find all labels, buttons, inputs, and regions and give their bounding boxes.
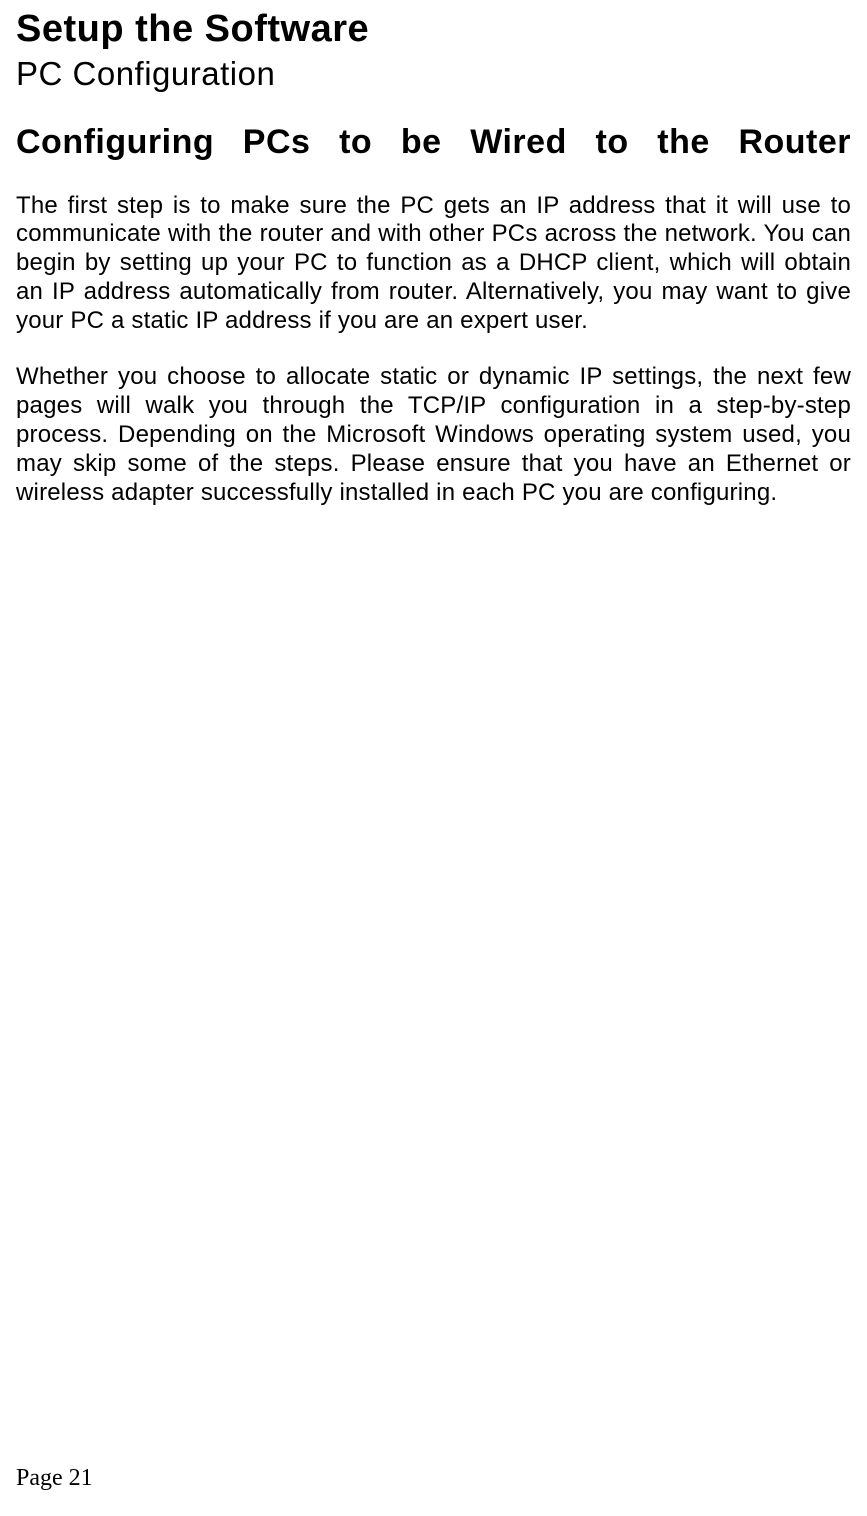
page-footer: Page 21 (16, 1465, 93, 1492)
chapter-title: Setup the Software (16, 8, 851, 51)
body-paragraph-0: The first step is to make sure the PC ge… (16, 192, 851, 336)
sub-title: Configuring PCs to be Wired to the Route… (16, 121, 851, 164)
section-title: PC Configuration (16, 55, 851, 93)
body-paragraph-1: Whether you choose to allocate static or… (16, 363, 851, 507)
